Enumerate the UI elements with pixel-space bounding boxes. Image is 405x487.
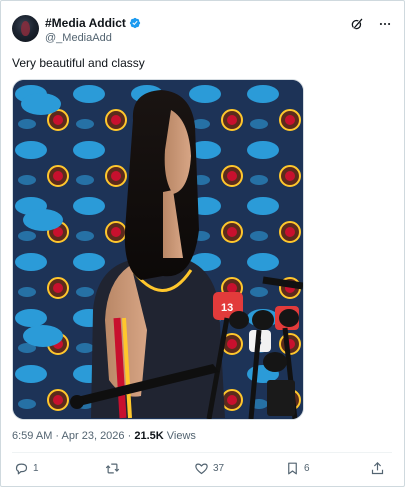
- tweet-date[interactable]: Apr 23, 2026: [62, 430, 125, 442]
- salesforce-logo: [21, 93, 61, 115]
- tweet-card: #Media Addict @_MediaAdd Very beautiful …: [0, 0, 405, 487]
- avatar[interactable]: [12, 15, 39, 42]
- salesforce-logo: [23, 325, 63, 347]
- author-handle[interactable]: @_MediaAdd: [45, 32, 112, 44]
- like-button[interactable]: 37: [194, 461, 224, 476]
- bookmark-button[interactable]: 6: [285, 461, 310, 476]
- tweet-text: Very beautiful and classy: [12, 56, 145, 70]
- microphone-flag-label: 13: [221, 302, 233, 314]
- author-name-row[interactable]: #Media Addict: [45, 16, 141, 30]
- views-count: 21.5K: [134, 430, 164, 442]
- divider: [12, 452, 392, 453]
- grok-icon[interactable]: [350, 17, 364, 31]
- verified-badge-icon: [129, 17, 141, 29]
- tweet-time[interactable]: 6:59 AM: [12, 430, 52, 442]
- avatar-figure: [21, 21, 30, 36]
- like-count: 37: [213, 463, 225, 474]
- microphone-head: [70, 395, 84, 409]
- salesforce-logo: [23, 209, 63, 231]
- hair: [124, 90, 199, 280]
- bookmark-icon: [288, 462, 297, 475]
- reply-button[interactable]: 1: [14, 461, 39, 476]
- repost-icon: [105, 463, 120, 474]
- reply-count: 1: [33, 463, 39, 474]
- author-display-name[interactable]: #Media Addict: [45, 16, 126, 30]
- header-actions: [350, 17, 392, 31]
- tweet-metadata: 6:59 AM · Apr 23, 2026 · 21.5K Views: [12, 430, 196, 442]
- meta-separator: ·: [55, 430, 60, 442]
- meta-separator: ·: [127, 430, 132, 442]
- bookmark-count: 6: [304, 463, 310, 474]
- tweet-actions: 1 37 6: [12, 461, 392, 481]
- repost-button[interactable]: [105, 461, 124, 476]
- views-label: Views: [166, 430, 196, 442]
- tweet-media-photo[interactable]: 13 13 8: [12, 79, 304, 420]
- share-button[interactable]: [370, 461, 385, 476]
- reply-icon: [15, 463, 28, 475]
- tweet-header: #Media Addict @_MediaAdd: [12, 15, 392, 49]
- more-options-icon[interactable]: [378, 17, 392, 31]
- photo-illustration: 13 13 8: [13, 80, 303, 419]
- heart-icon: [195, 463, 208, 475]
- share-icon: [371, 462, 384, 475]
